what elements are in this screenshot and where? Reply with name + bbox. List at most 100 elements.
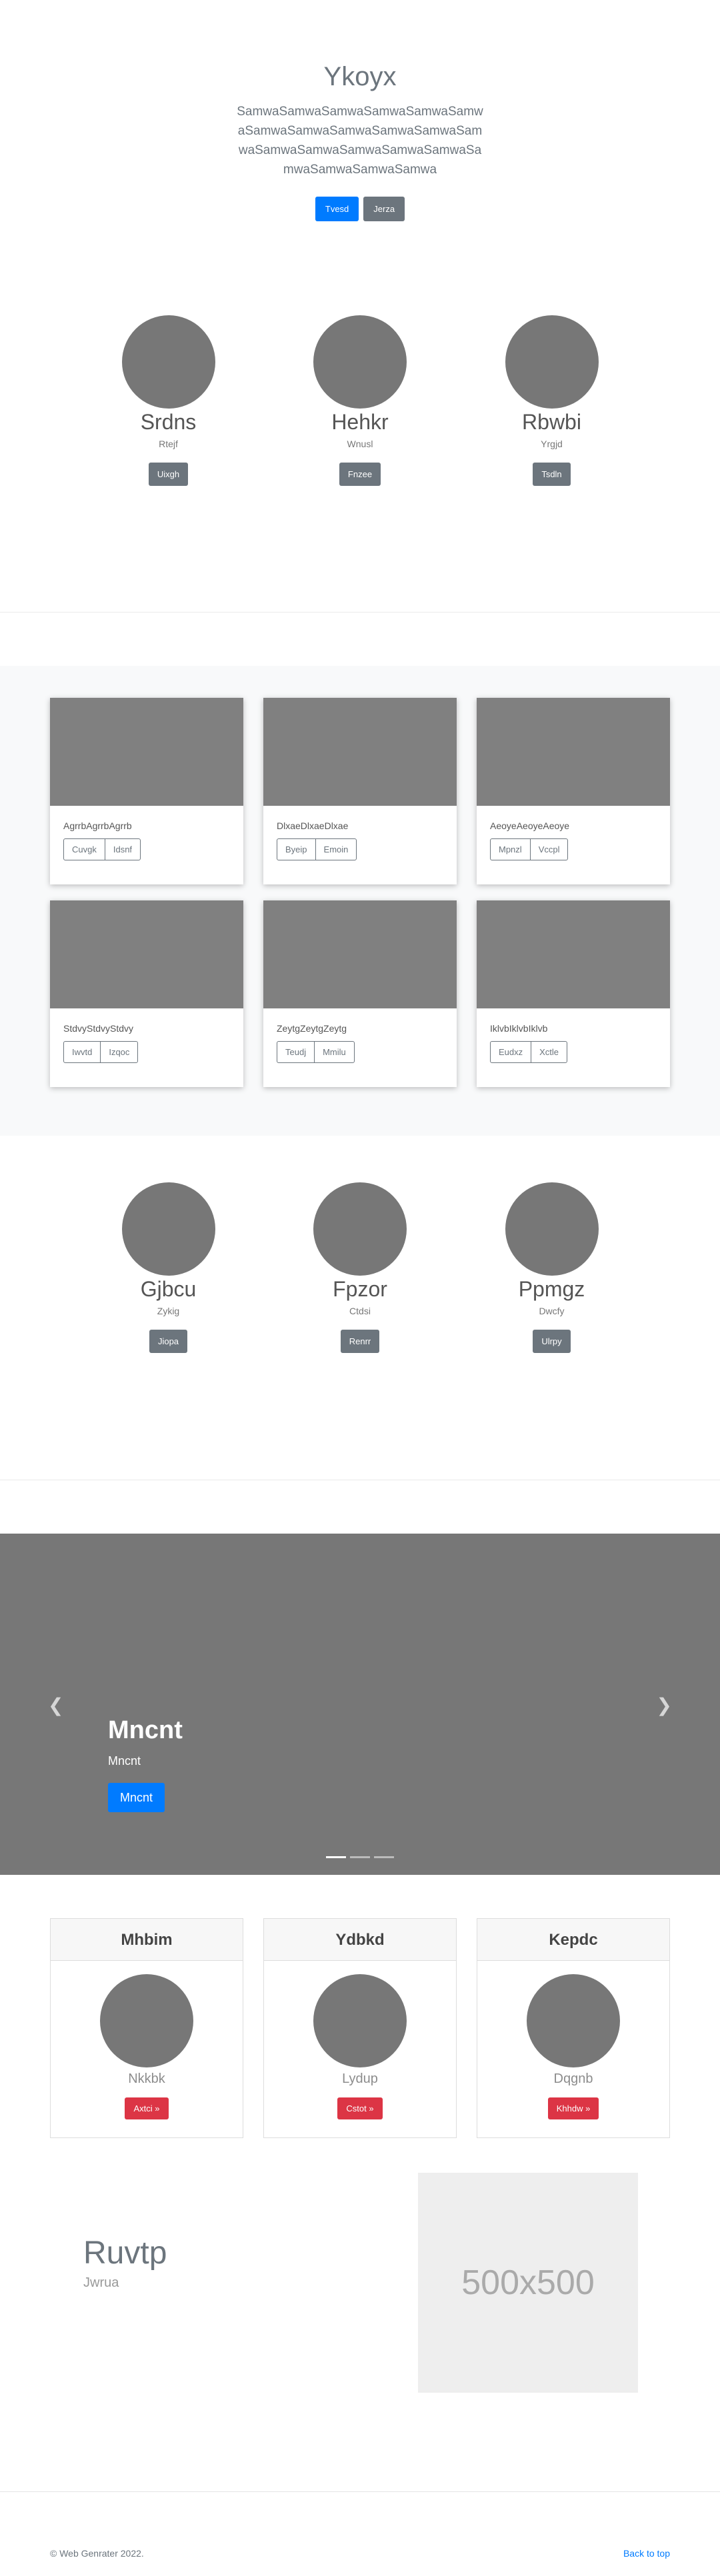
footer-copyright: © Web Genrater 2022. (50, 2548, 144, 2559)
profile-button[interactable]: Jiopa (149, 1329, 188, 1353)
card-button-group: Byeip Emoin (277, 838, 443, 860)
album-card: AeoyeAeoyeAeoye Mpnzl Vccpl (477, 698, 670, 884)
carousel-button[interactable]: Mncnt (108, 1782, 165, 1812)
card-thumbnail (477, 698, 670, 806)
card-action-button[interactable]: Khhdw » (547, 2097, 599, 2119)
card-button-1[interactable]: Eudxz (490, 1041, 532, 1063)
album-card: AgrrbAgrrbAgrrb Cuvgk Idsnf (50, 698, 243, 884)
profile-button[interactable]: Renrr (340, 1329, 380, 1353)
hero-section: Ykoyx SamwaSamwaSamwaSamwaSamwaSamwaSamw… (0, 0, 720, 247)
avatar-placeholder (121, 315, 215, 409)
profile-card: Ppmgz Dwcfy Ulrpy (457, 1182, 647, 1353)
avatar-placeholder (121, 1182, 215, 1276)
hero-title: Ykoyx (323, 62, 397, 91)
album-card: DlxaeDlxaeDlxae Byeip Emoin (263, 698, 457, 884)
profile-card: Rbwbi Yrgjd Tsdln (457, 315, 647, 486)
card-header: Ydbkd (264, 1919, 456, 1961)
card-text: StdvyStdvyStdvy (63, 1023, 134, 1034)
carousel-indicator[interactable] (326, 1856, 346, 1858)
album-section: AgrrbAgrrbAgrrb Cuvgk Idsnf DlxaeDlxaeDl… (0, 666, 720, 1136)
profile-name: Rbwbi (522, 410, 581, 434)
card-text: AeoyeAeoyeAeoye (490, 820, 570, 831)
card-subtitle: Lydup (342, 2071, 378, 2086)
profile-button[interactable]: Ulrpy (533, 1329, 571, 1353)
profile-card: Gjbcu Zykig Jiopa (73, 1182, 263, 1353)
card-button-1[interactable]: Mpnzl (490, 838, 531, 860)
profile-subtitle: Yrgjd (541, 438, 563, 449)
carousel-indicators (0, 1856, 720, 1858)
card-text: DlxaeDlxaeDlxae (277, 820, 349, 831)
chevron-right-icon[interactable]: ❯ (657, 1696, 672, 1715)
profile-subtitle: Rtejf (159, 438, 178, 449)
card-subtitle: Dqgnb (553, 2071, 593, 2086)
album-card: IklvbIklvbIklvb Eudxz Xctle (477, 900, 670, 1087)
card-button-1[interactable]: Cuvgk (63, 838, 105, 860)
carousel-title: Mncnt (108, 1716, 183, 1744)
card-button-2[interactable]: Emoin (315, 838, 357, 860)
card-header: Mhbim (51, 1919, 243, 1961)
card-text: ZeytgZeytgZeytg (277, 1023, 347, 1034)
card-button-group: Teudj Mmilu (277, 1041, 443, 1063)
profile-button[interactable]: Tsdln (533, 462, 571, 486)
profile-name: Ppmgz (518, 1277, 585, 1301)
profiles-bottom-section: Gjbcu Zykig Jiopa Fpzor Ctdsi Renrr Ppmg… (0, 1136, 720, 1480)
album-card: ZeytgZeytgZeytg Teudj Mmilu (263, 900, 457, 1087)
profile-name: Hehkr (331, 410, 389, 434)
header-card: Ydbkd Lydup Cstot » (263, 1918, 457, 2138)
card-button-group: Cuvgk Idsnf (63, 838, 230, 860)
header-card: Kepdc Dqgnb Khhdw » (477, 1918, 670, 2138)
carousel-caption: Mncnt Mncnt Mncnt (108, 1716, 183, 1812)
card-button-group: Iwvtd Izqoc (63, 1041, 230, 1063)
avatar-placeholder (313, 315, 407, 409)
card-button-2[interactable]: Xctle (531, 1041, 568, 1063)
avatar-placeholder (505, 315, 599, 409)
profile-button[interactable]: Uixgh (148, 462, 189, 486)
header-cards-section: Mhbim Nkkbk Axtci » Ydbkd Lydup Cstot » … (0, 1875, 720, 2138)
card-button-2[interactable]: Izqoc (100, 1041, 139, 1063)
avatar-placeholder (527, 1974, 620, 2067)
image-placeholder: 500x500 (418, 2173, 638, 2393)
carousel-indicator[interactable] (374, 1856, 394, 1858)
card-subtitle: Nkkbk (128, 2071, 165, 2086)
avatar-placeholder (100, 1974, 193, 2067)
featurette-subtitle: Jwrua (83, 2275, 119, 2290)
profile-subtitle: Ctdsi (349, 1305, 371, 1316)
card-button-1[interactable]: Teudj (277, 1041, 315, 1063)
card-button-2[interactable]: Mmilu (314, 1041, 355, 1063)
hero-lead: SamwaSamwaSamwaSamwaSamwaSamwaSamwaSamwa… (237, 105, 483, 177)
card-button-2[interactable]: Idsnf (104, 838, 141, 860)
carousel-indicator[interactable] (350, 1856, 370, 1858)
card-action-button[interactable]: Cstot » (337, 2097, 383, 2119)
featurette: Ruvtp Jwrua 500x500 (0, 2138, 720, 2491)
profile-button[interactable]: Fnzee (339, 462, 381, 486)
album-card: StdvyStdvyStdvy Iwvtd Izqoc (50, 900, 243, 1087)
card-button-1[interactable]: Byeip (277, 838, 316, 860)
profiles-top-section: Srdns Rtejf Uixgh Hehkr Wnusl Fnzee Rbwb… (0, 247, 720, 612)
profile-name: Fpzor (333, 1277, 387, 1301)
card-button-group: Mpnzl Vccpl (490, 838, 657, 860)
avatar-placeholder (505, 1182, 599, 1276)
chevron-left-icon[interactable]: ❮ (48, 1696, 63, 1715)
card-button-2[interactable]: Vccpl (529, 838, 569, 860)
hero-secondary-button[interactable]: Jerza (363, 197, 405, 221)
hero-buttons: Tvesd Jerza (0, 197, 720, 221)
back-to-top-link[interactable]: Back to top (623, 2548, 670, 2559)
footer: © Web Genrater 2022. Back to top (0, 2491, 720, 2561)
profile-name: Srdns (140, 410, 197, 434)
card-thumbnail (50, 900, 243, 1008)
profile-card: Hehkr Wnusl Fnzee (265, 315, 455, 486)
profile-name: Gjbcu (140, 1277, 197, 1301)
card-action-button[interactable]: Axtci » (125, 2097, 169, 2119)
avatar-placeholder (313, 1182, 407, 1276)
card-button-1[interactable]: Iwvtd (63, 1041, 101, 1063)
carousel-text: Mncnt (108, 1754, 141, 1768)
card-thumbnail (50, 698, 243, 806)
card-thumbnail (263, 698, 457, 806)
featurette-title: Ruvtp (83, 2235, 167, 2271)
profile-card: Fpzor Ctdsi Renrr (265, 1182, 455, 1353)
card-text: IklvbIklvbIklvb (490, 1023, 548, 1034)
hero-primary-button[interactable]: Tvesd (315, 197, 359, 221)
card-text: AgrrbAgrrbAgrrb (63, 820, 132, 831)
profile-subtitle: Zykig (157, 1305, 180, 1316)
profile-card: Srdns Rtejf Uixgh (73, 315, 263, 486)
